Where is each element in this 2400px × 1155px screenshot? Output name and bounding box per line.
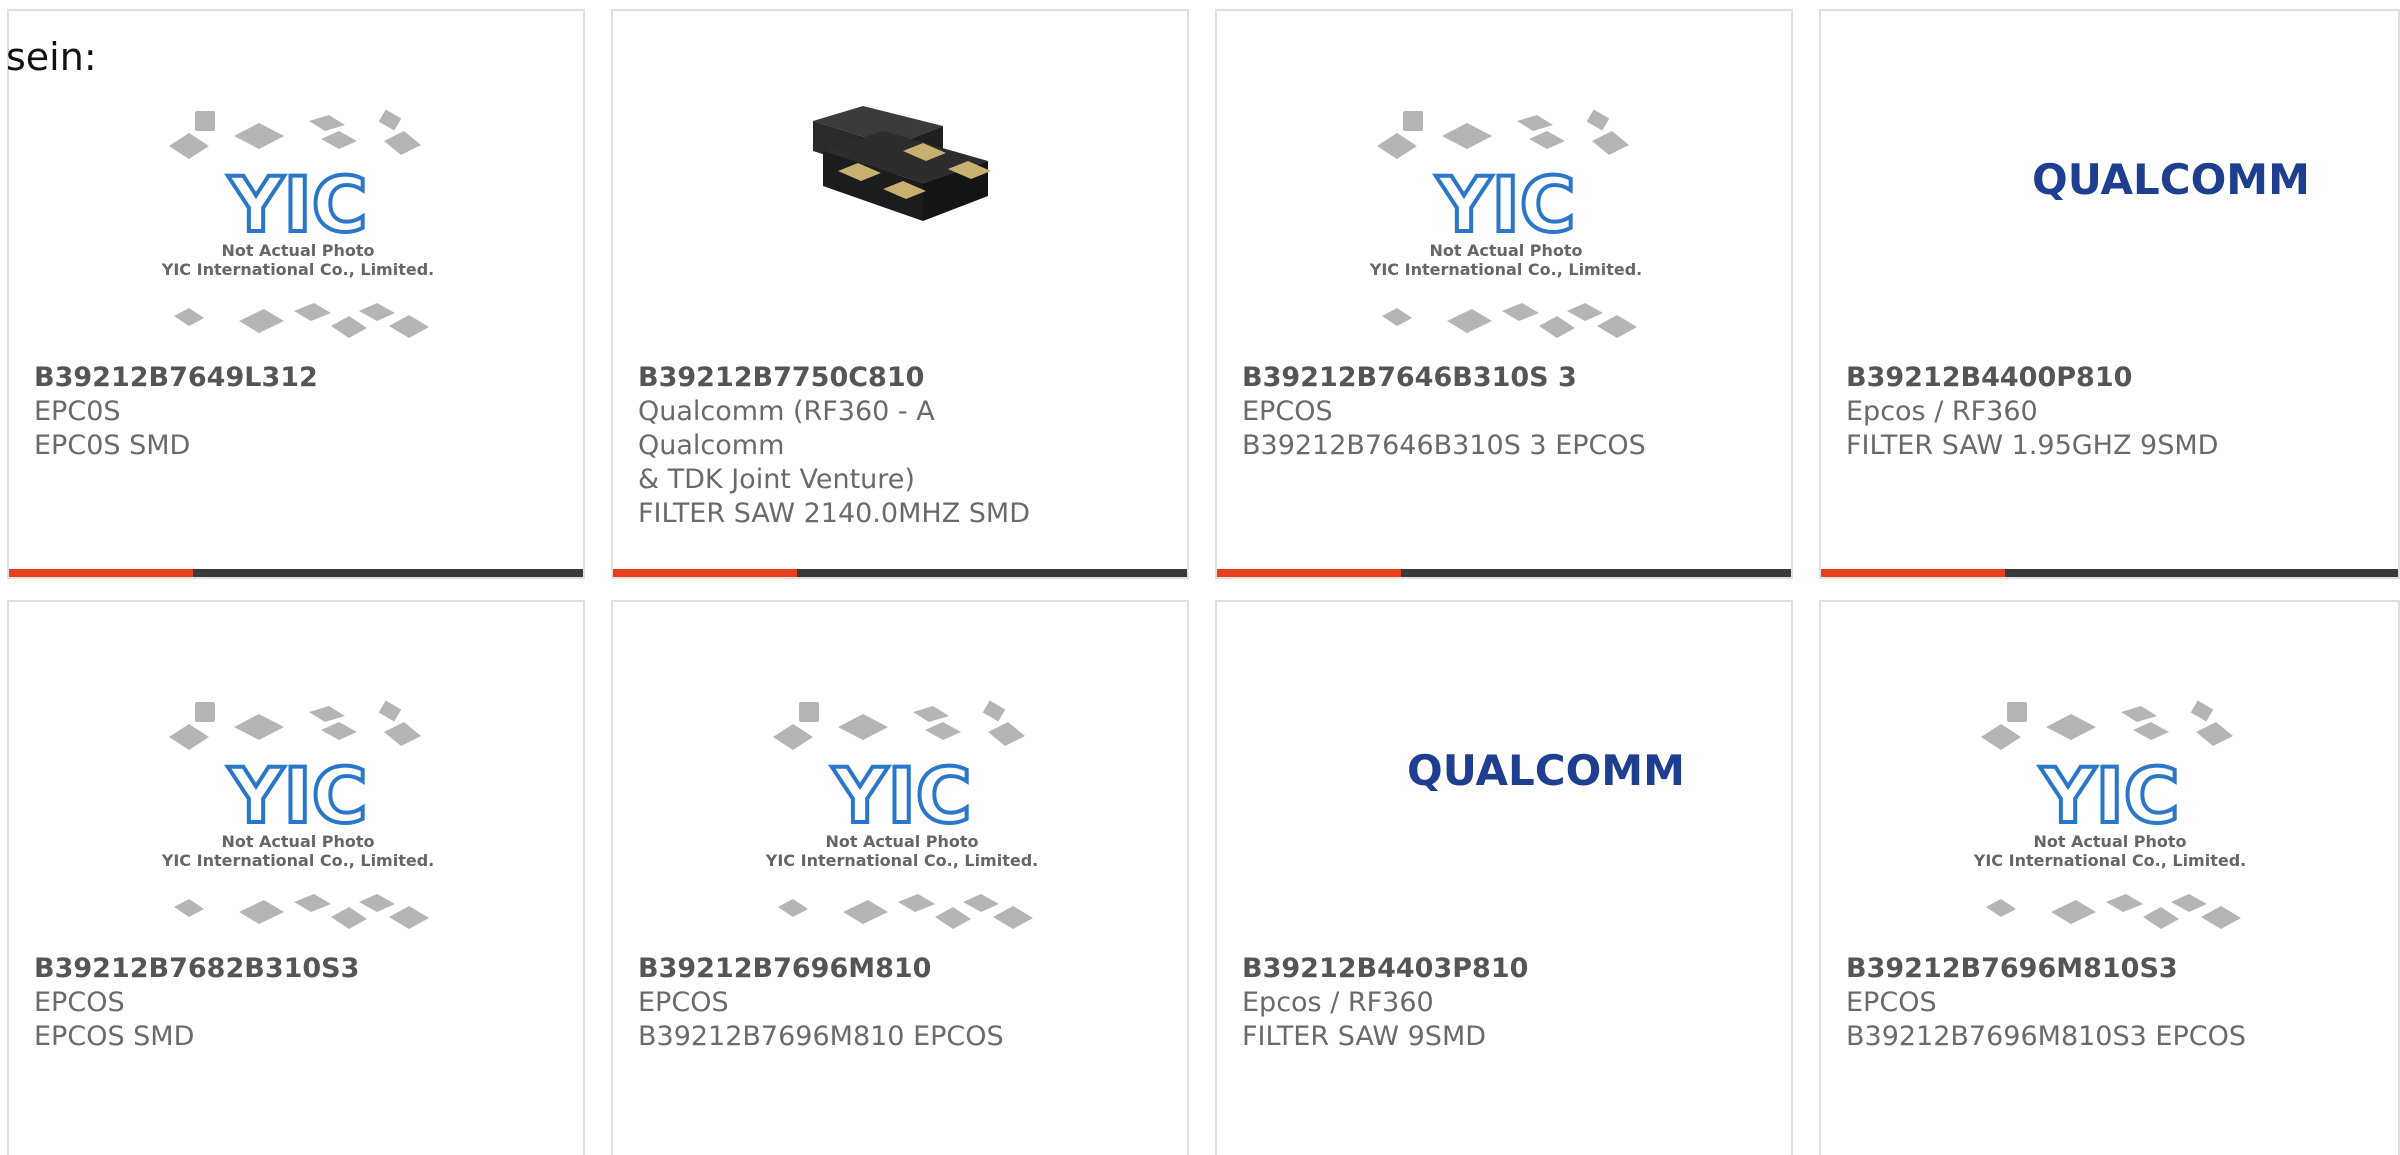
description: B39212B7696M810S3 EPCOS (1846, 1021, 2246, 1052)
description: FILTER SAW 1.95GHZ 9SMD (1846, 430, 2219, 461)
description: FILTER SAW 9SMD (1242, 1021, 1487, 1052)
card-bottom-bar (1821, 569, 2398, 577)
manufacturer: Epcos / RF360 (1242, 987, 1434, 1018)
card-accent-bar (1821, 569, 2005, 577)
product-card[interactable]: B39212B7750C810 Qualcomm (RF360 - A Qual… (611, 9, 1189, 579)
manufacturer: EPCOS (34, 987, 125, 1018)
manufacturer: EPCOS (638, 987, 729, 1018)
placeholder-line-2: YIC International Co., Limited. (1369, 260, 1642, 279)
part-number[interactable]: B39212B7649L312 (34, 361, 464, 395)
part-number[interactable]: B39212B4400P810 (1846, 361, 2276, 395)
placeholder-line-1: Not Actual Photo (825, 832, 978, 851)
product-card[interactable]: YIC Not Actual Photo YIC International C… (7, 9, 585, 579)
part-number[interactable]: B39212B7696M810S3 (1846, 952, 2276, 986)
placeholder-line-1: Not Actual Photo (2033, 832, 2186, 851)
part-number[interactable]: B39212B7696M810 (638, 952, 1068, 986)
part-number[interactable]: B39212B7750C810 (638, 361, 1068, 395)
product-image-placeholder: YIC Not Actual Photo YIC International C… (9, 91, 583, 351)
product-image-qualcomm-logo: QUALCOMM (1217, 682, 1791, 942)
product-image-placeholder: YIC Not Actual Photo YIC International C… (1217, 91, 1791, 351)
card-accent-bar (1217, 569, 1401, 577)
product-image-placeholder: YIC Not Actual Photo YIC International C… (1821, 682, 2398, 942)
intro-text: sein: (6, 35, 97, 79)
yic-logo: YIC (227, 160, 367, 249)
yic-logo: YIC (227, 751, 367, 840)
part-number[interactable]: B39212B4403P810 (1242, 952, 1672, 986)
placeholder-line-1: Not Actual Photo (221, 832, 374, 851)
manufacturer: EPC0S (34, 396, 121, 427)
part-number[interactable]: B39212B7682B310S3 (34, 952, 464, 986)
placeholder-line-1: Not Actual Photo (221, 241, 374, 260)
qualcomm-logo: QUALCOMM (1407, 746, 1685, 795)
manufacturer-cont: & TDK Joint Venture) (638, 464, 915, 495)
product-image-placeholder: YIC Not Actual Photo YIC International C… (613, 682, 1187, 942)
yic-logo: YIC (831, 751, 971, 840)
description: EPCOS SMD (34, 1021, 195, 1052)
yic-logo: YIC (2039, 751, 2179, 840)
placeholder-line-1: Not Actual Photo (1429, 241, 1582, 260)
product-image-placeholder: YIC Not Actual Photo YIC International C… (9, 682, 583, 942)
card-bottom-bar (9, 569, 583, 577)
placeholder-line-2: YIC International Co., Limited. (765, 851, 1038, 870)
card-bottom-bar (1217, 569, 1791, 577)
product-image-smd-package (613, 91, 1187, 351)
placeholder-line-2: YIC International Co., Limited. (161, 851, 434, 870)
product-card[interactable]: YIC Not Actual Photo YIC International C… (1215, 9, 1793, 579)
placeholder-line-2: YIC International Co., Limited. (161, 260, 434, 279)
card-accent-bar (9, 569, 193, 577)
product-image-qualcomm-logo: QUALCOMM (1821, 91, 2398, 351)
description: EPC0S SMD (34, 430, 191, 461)
card-accent-bar (613, 569, 797, 577)
part-number[interactable]: B39212B7646B310S 3 (1242, 361, 1672, 395)
qualcomm-logo: QUALCOMM (2032, 155, 2310, 204)
product-card[interactable]: YIC Not Actual Photo YIC International C… (1819, 600, 2400, 1155)
manufacturer: Qualcomm (RF360 - A Qualcomm (638, 396, 935, 461)
product-card[interactable]: YIC Not Actual Photo YIC International C… (611, 600, 1189, 1155)
product-card[interactable]: QUALCOMM B39212B4400P810 Epcos / RF360 F… (1819, 9, 2400, 579)
product-card[interactable]: YIC Not Actual Photo YIC International C… (7, 600, 585, 1155)
product-card[interactable]: QUALCOMM B39212B4403P810 Epcos / RF360 F… (1215, 600, 1793, 1155)
manufacturer: EPCOS (1242, 396, 1333, 427)
manufacturer: Epcos / RF360 (1846, 396, 2038, 427)
yic-logo: YIC (1435, 160, 1575, 249)
description: B39212B7646B310S 3 EPCOS (1242, 430, 1646, 461)
placeholder-line-2: YIC International Co., Limited. (1973, 851, 2246, 870)
manufacturer: EPCOS (1846, 987, 1937, 1018)
description: B39212B7696M810 EPCOS (638, 1021, 1004, 1052)
description: FILTER SAW 2140.0MHZ SMD (638, 498, 1031, 529)
card-bottom-bar (613, 569, 1187, 577)
